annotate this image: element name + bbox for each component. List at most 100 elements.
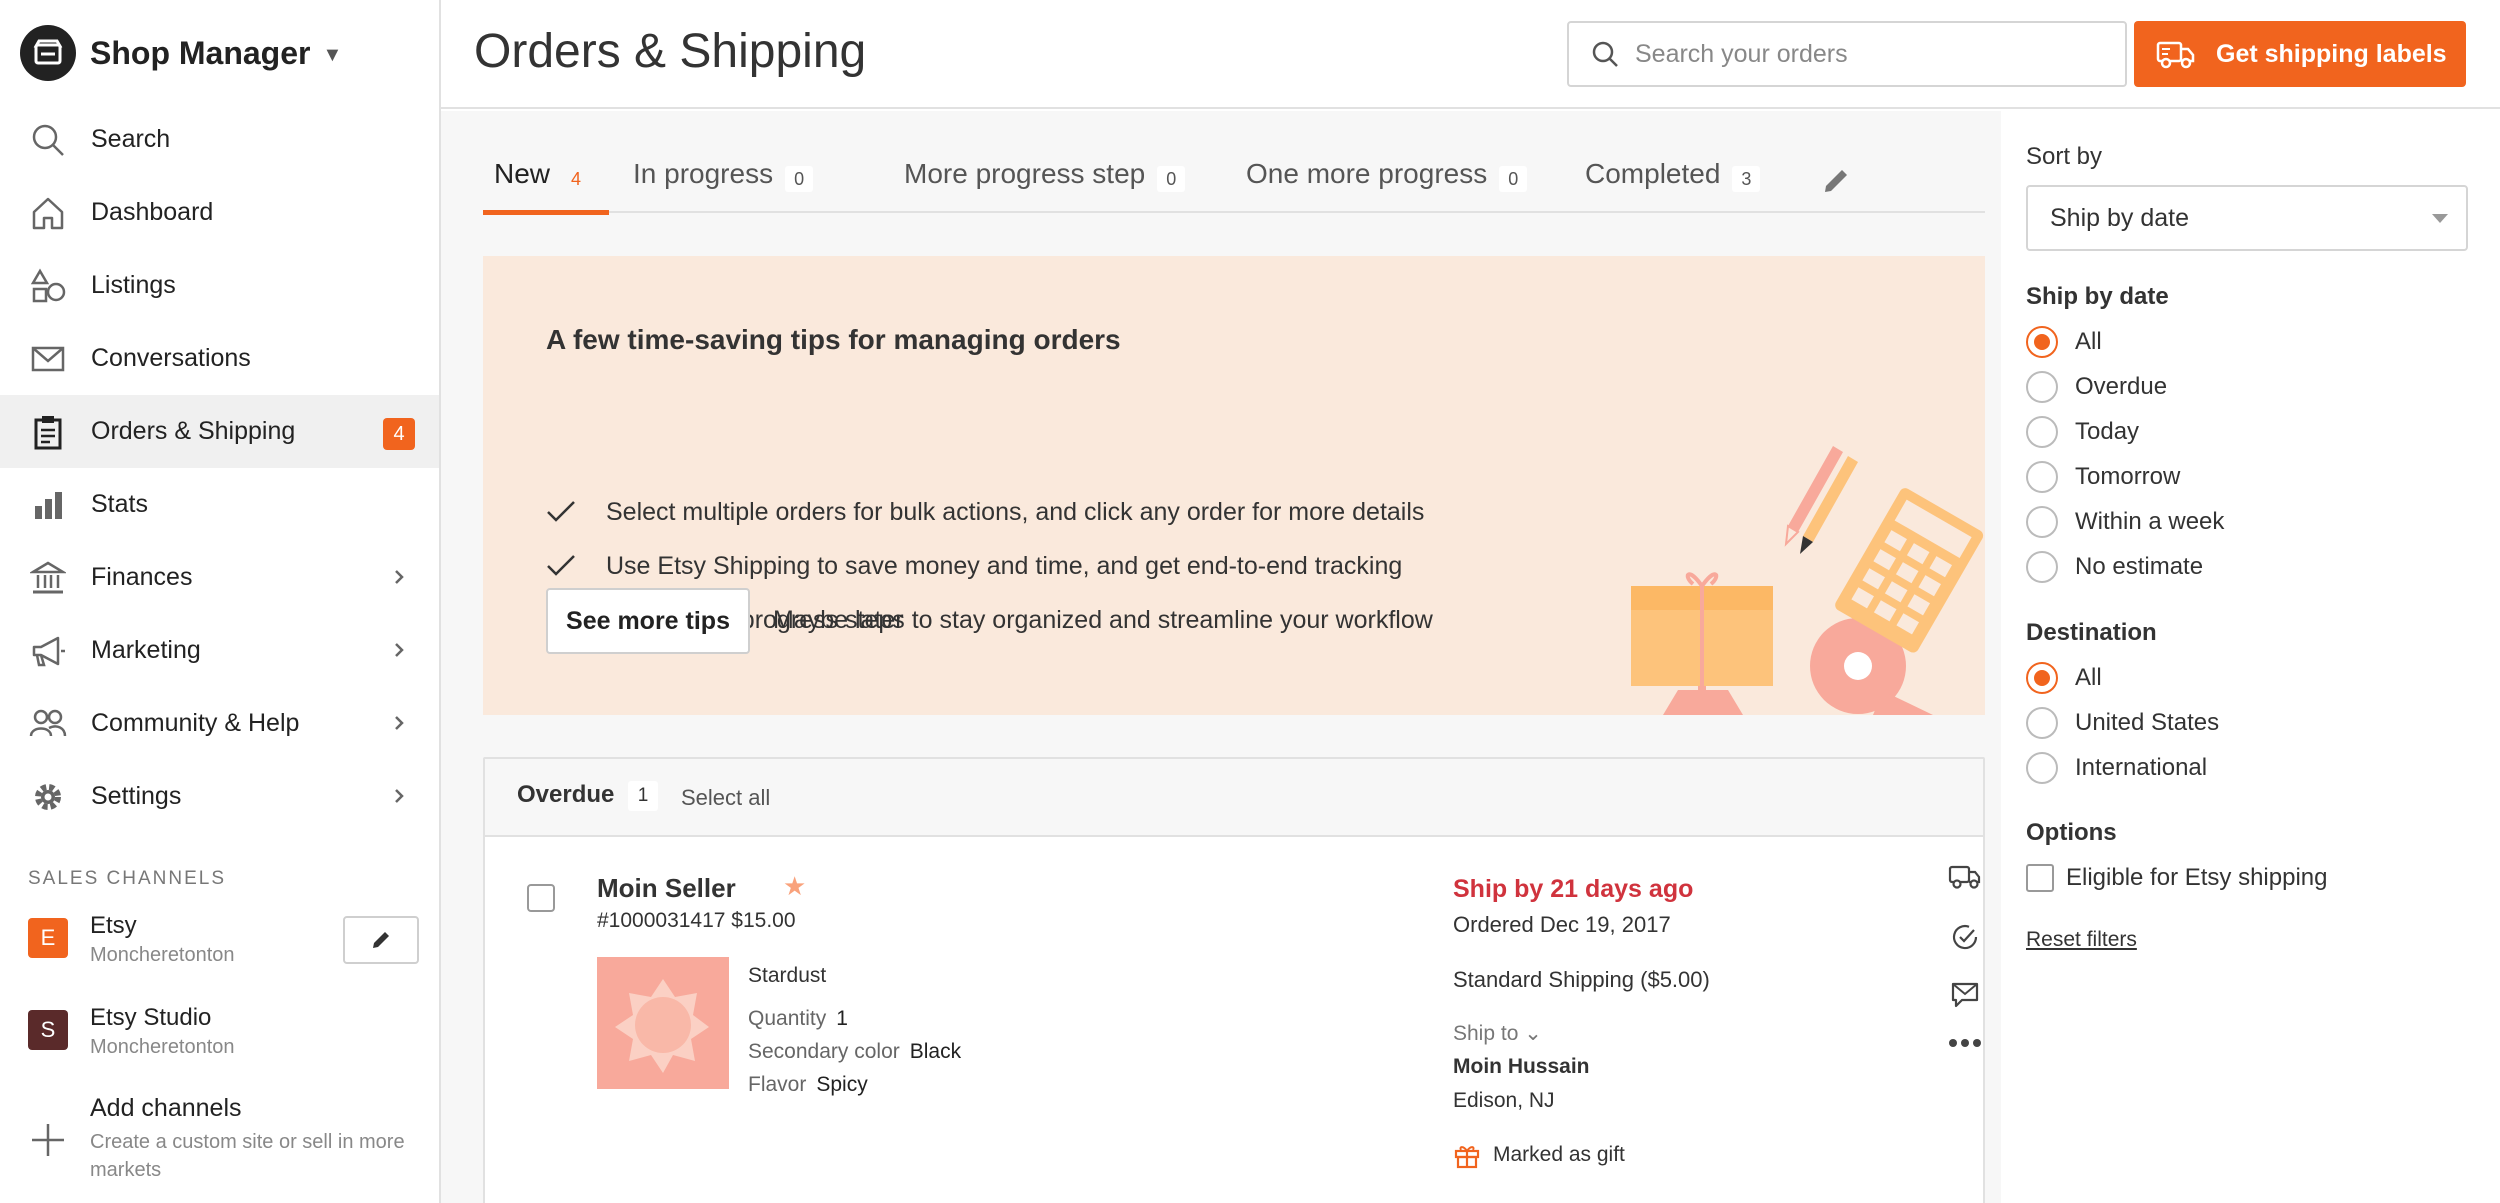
ship-by-option-all[interactable]: All bbox=[2026, 325, 2102, 359]
order-select-checkbox[interactable] bbox=[527, 884, 555, 912]
ship-by-option-no-estimate[interactable]: No estimate bbox=[2026, 550, 2203, 584]
order-id-price[interactable]: #1000031417 $15.00 bbox=[597, 909, 796, 933]
more-actions-button[interactable] bbox=[1947, 1025, 1983, 1061]
chevron-right-icon bbox=[395, 643, 404, 657]
channel-etsy-studio[interactable]: S Etsy Studio Moncheretonton bbox=[28, 1002, 428, 1062]
search-box[interactable] bbox=[1567, 21, 2127, 87]
sidebar-item-label: Conversations bbox=[91, 344, 251, 372]
people-icon bbox=[28, 704, 68, 744]
tip-item: Select multiple orders for bulk actions,… bbox=[546, 492, 1424, 532]
purchase-label-button[interactable] bbox=[1947, 859, 1983, 895]
search-icon bbox=[28, 120, 68, 160]
maybe-later-link[interactable]: Maybe later bbox=[773, 606, 904, 635]
sidebar-item-conversations[interactable]: Conversations bbox=[0, 322, 439, 395]
orders-group-title: Overdue bbox=[517, 781, 615, 808]
attr-value: Spicy bbox=[816, 1073, 868, 1096]
sidebar-item-label: Orders & Shipping bbox=[91, 417, 296, 445]
orders-count-badge: 4 bbox=[383, 418, 415, 450]
edit-tabs-pencil-icon[interactable] bbox=[1820, 163, 1854, 197]
ship-by-option-today[interactable]: Today bbox=[2026, 415, 2139, 449]
app-root: Shop Manager ▼ Search Dashboard Listings… bbox=[0, 0, 2500, 1203]
sidebar-item-marketing[interactable]: Marketing bbox=[0, 614, 439, 687]
order-date: Ordered Dec 19, 2017 bbox=[1453, 912, 1671, 937]
sidebar-item-label: Finances bbox=[91, 563, 193, 591]
radio[interactable] bbox=[2026, 461, 2058, 493]
sidebar-item-label: Settings bbox=[91, 782, 182, 810]
etsy-shipping-option[interactable]: Eligible for Etsy shipping bbox=[2026, 861, 2327, 895]
get-shipping-labels-button[interactable]: Get shipping labels bbox=[2134, 21, 2466, 87]
plus-icon bbox=[32, 1124, 64, 1156]
sidebar-nav: Search Dashboard Listings Conversations … bbox=[0, 103, 439, 833]
ship-to-name: Moin Hussain bbox=[1453, 1055, 1590, 1078]
tab-label: One more progress bbox=[1246, 158, 1488, 189]
sidebar-item-finances[interactable]: Finances bbox=[0, 541, 439, 614]
radio[interactable] bbox=[2026, 506, 2058, 538]
shapes-icon bbox=[28, 266, 68, 306]
tab-in-progress[interactable]: In progress 0 bbox=[633, 141, 814, 213]
radio[interactable] bbox=[2026, 752, 2058, 784]
radio-selected[interactable] bbox=[2026, 326, 2058, 358]
reset-filters-link[interactable]: Reset filters bbox=[2026, 928, 2137, 952]
sidebar-item-dashboard[interactable]: Dashboard bbox=[0, 176, 439, 249]
channel-name: Etsy Studio bbox=[90, 1004, 212, 1031]
mark-complete-button[interactable] bbox=[1947, 919, 1983, 955]
add-channels-description: Create a custom site or sell in more mar… bbox=[90, 1131, 405, 1181]
tip-text: Use Etsy Shipping to save money and time… bbox=[606, 551, 1403, 580]
item-name[interactable]: Stardust bbox=[748, 964, 826, 988]
tab-label: More progress step bbox=[904, 158, 1146, 189]
edit-channel-button[interactable] bbox=[343, 916, 419, 964]
radio[interactable] bbox=[2026, 707, 2058, 739]
ship-by-option-tomorrow[interactable]: Tomorrow bbox=[2026, 460, 2180, 494]
radio-selected[interactable] bbox=[2026, 662, 2058, 694]
orders-group-count: 1 bbox=[628, 781, 658, 811]
ship-to-toggle[interactable]: Ship to ⌄ bbox=[1453, 1021, 1542, 1046]
destination-option-all[interactable]: All bbox=[2026, 661, 2102, 695]
ship-by-option-within-week[interactable]: Within a week bbox=[2026, 505, 2224, 539]
radio[interactable] bbox=[2026, 416, 2058, 448]
select-all-link[interactable]: Select all bbox=[681, 785, 770, 811]
tip-item: Use Etsy Shipping to save money and time… bbox=[546, 546, 1402, 586]
more-dots-icon bbox=[1949, 1039, 1981, 1047]
sort-by-select[interactable]: Ship by date bbox=[2026, 185, 2468, 251]
tab-completed[interactable]: Completed 3 bbox=[1585, 141, 1761, 213]
main-content: New 4 In progress 0 More progress step 0… bbox=[441, 111, 2001, 1203]
radio-label: Today bbox=[2075, 418, 2140, 445]
radio[interactable] bbox=[2026, 371, 2058, 403]
attr-value: 1 bbox=[836, 1007, 848, 1030]
radio-label: Within a week bbox=[2075, 508, 2225, 535]
item-attribute: Flavor Spicy bbox=[748, 1073, 868, 1097]
item-thumbnail[interactable] bbox=[597, 957, 729, 1089]
tips-banner: A few time-saving tips for managing orde… bbox=[483, 256, 1985, 715]
destination-option-us[interactable]: United States bbox=[2026, 706, 2219, 740]
tab-new[interactable]: New 4 bbox=[483, 141, 609, 215]
truck-icon bbox=[2156, 41, 2195, 69]
checkbox[interactable] bbox=[2026, 864, 2054, 892]
tab-one-more-progress[interactable]: One more progress 0 bbox=[1246, 141, 1528, 213]
attr-label: Quantity bbox=[748, 1007, 827, 1030]
message-buyer-button[interactable] bbox=[1947, 977, 1983, 1013]
sidebar-item-orders-shipping[interactable]: Orders & Shipping 4 bbox=[0, 395, 439, 468]
see-more-tips-button[interactable]: See more tips bbox=[546, 588, 750, 654]
sidebar-item-listings[interactable]: Listings bbox=[0, 249, 439, 322]
tab-count: 0 bbox=[1499, 166, 1528, 192]
sidebar-item-settings[interactable]: Settings bbox=[0, 760, 439, 833]
channel-etsy[interactable]: E Etsy Moncheretonton bbox=[28, 910, 428, 970]
checkmark-icon bbox=[547, 501, 575, 522]
search-orders-input[interactable] bbox=[1635, 39, 2095, 69]
destination-option-international[interactable]: International bbox=[2026, 751, 2207, 785]
page-header: Orders & Shipping Get shipping labels bbox=[441, 0, 2500, 109]
shop-switcher[interactable]: Shop Manager ▼ bbox=[20, 25, 342, 81]
clipboard-icon bbox=[28, 412, 68, 452]
tips-illustration bbox=[1631, 446, 1984, 715]
radio[interactable] bbox=[2026, 551, 2058, 583]
order-tabs: New 4 In progress 0 More progress step 0… bbox=[483, 141, 1985, 215]
shipping-method: Standard Shipping ($5.00) bbox=[1453, 967, 1710, 992]
ship-by-option-overdue[interactable]: Overdue bbox=[2026, 370, 2167, 404]
search-icon bbox=[1592, 41, 1618, 67]
checkmark-icon bbox=[547, 555, 575, 576]
sidebar-item-stats[interactable]: Stats bbox=[0, 468, 439, 541]
buyer-name[interactable]: Moin Seller bbox=[597, 873, 736, 904]
sidebar-item-community-help[interactable]: Community & Help bbox=[0, 687, 439, 760]
sidebar-item-search[interactable]: Search bbox=[0, 103, 439, 176]
tab-more-progress-step[interactable]: More progress step 0 bbox=[904, 141, 1186, 213]
